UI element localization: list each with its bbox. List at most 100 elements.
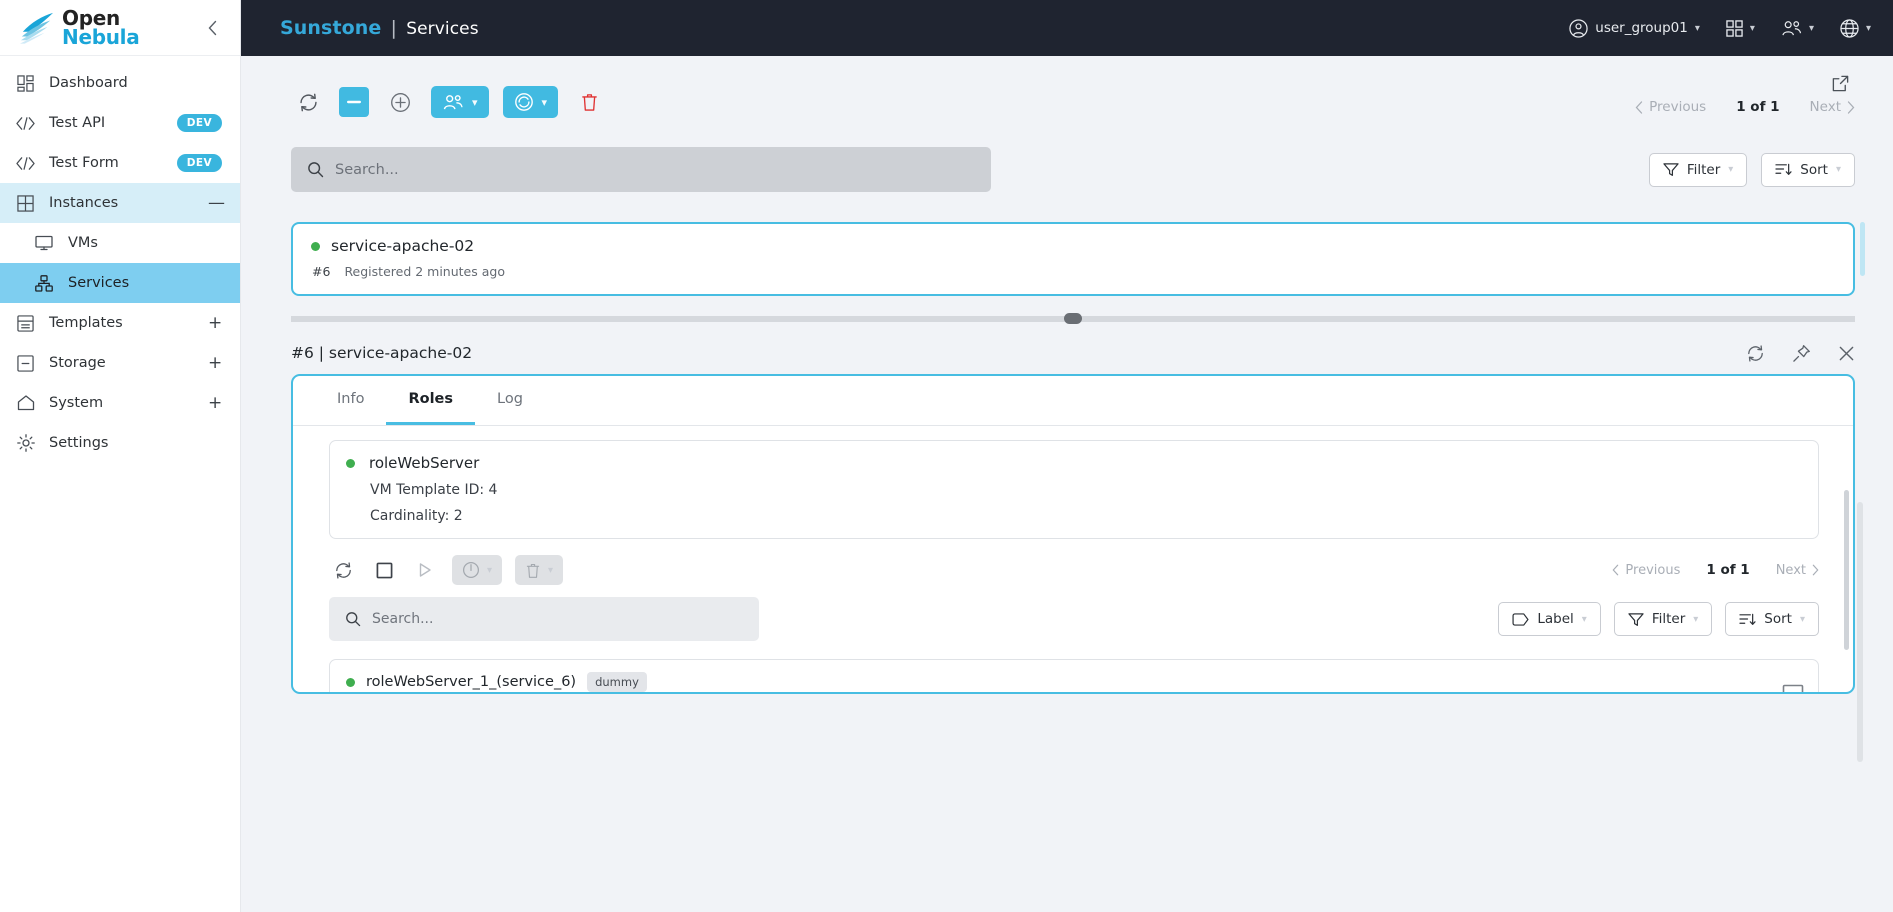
vm-list-scrollbar[interactable] bbox=[1844, 490, 1849, 650]
chevron-down-icon: ▾ bbox=[541, 96, 548, 109]
collapse-instances-icon[interactable]: — bbox=[208, 194, 225, 212]
vm-search-row: Label ▾ Filter ▾ bbox=[329, 597, 1835, 641]
vm-console-icon[interactable] bbox=[1770, 684, 1804, 692]
tab-info[interactable]: Info bbox=[315, 376, 386, 425]
expand-storage-icon[interactable]: + bbox=[208, 354, 222, 372]
external-link-icon[interactable] bbox=[1831, 74, 1850, 93]
tag-icon bbox=[1512, 612, 1529, 626]
ownership-button[interactable]: ▾ bbox=[431, 86, 489, 118]
page-indicator: 1 of 1 bbox=[1706, 562, 1750, 578]
close-detail-icon[interactable] bbox=[1838, 344, 1855, 363]
vm-search-input[interactable] bbox=[372, 611, 743, 627]
sidebar-item-label: Templates bbox=[49, 315, 123, 331]
sidebar-item-label: Test Form bbox=[49, 155, 119, 171]
sidebar-item-vms[interactable]: VMs bbox=[0, 223, 240, 263]
role-cardinality: Cardinality: 2 bbox=[370, 508, 463, 524]
expand-system-icon[interactable]: + bbox=[208, 394, 222, 412]
previous-page-button[interactable]: Previous bbox=[1635, 99, 1706, 115]
search-input[interactable] bbox=[335, 161, 975, 178]
refresh-detail-icon[interactable] bbox=[1746, 344, 1765, 363]
delete-button[interactable] bbox=[572, 85, 606, 119]
dev-badge: DEV bbox=[176, 114, 222, 132]
sidebar-item-label: System bbox=[49, 395, 104, 411]
chevron-down-icon: ▾ bbox=[472, 96, 478, 109]
filter-button[interactable]: Filter ▾ bbox=[1648, 152, 1748, 187]
templates-icon bbox=[15, 313, 36, 334]
detail-panel-scrollbar[interactable] bbox=[1857, 502, 1863, 762]
resizer-handle[interactable] bbox=[1064, 313, 1082, 324]
chevron-down-icon: ▾ bbox=[1835, 164, 1841, 175]
sidebar-item-system[interactable]: System + bbox=[0, 383, 240, 423]
service-card[interactable]: service-apache-02 #6 Registered 2 minute… bbox=[291, 222, 1855, 296]
sidebar-item-dashboard[interactable]: Dashboard bbox=[0, 63, 240, 103]
tab-log[interactable]: Log bbox=[475, 376, 545, 425]
group-menu[interactable]: ▾ bbox=[1781, 20, 1814, 37]
chevron-down-icon: ▾ bbox=[548, 564, 554, 576]
sidebar-item-services[interactable]: Services bbox=[0, 263, 240, 303]
sidebar-item-test-form[interactable]: Test Form DEV bbox=[0, 143, 240, 183]
service-id: #6 bbox=[312, 264, 331, 279]
filter-button[interactable]: Filter ▾ bbox=[1613, 602, 1713, 636]
services-card-list: service-apache-02 #6 Registered 2 minute… bbox=[291, 222, 1865, 296]
recycle-icon bbox=[514, 92, 534, 112]
main-area: Sunstone | Services user_group01 ▾ ▾ ▾ ▾… bbox=[241, 0, 1893, 912]
sidebar-item-test-api[interactable]: Test API DEV bbox=[0, 103, 240, 143]
opennebula-logo[interactable]: Open Nebula bbox=[18, 8, 140, 46]
tab-label: Log bbox=[497, 391, 523, 407]
panel-resizer[interactable] bbox=[291, 313, 1855, 324]
code-icon bbox=[15, 153, 36, 174]
sidebar-collapse-icon[interactable] bbox=[208, 20, 226, 35]
next-page-label: Next bbox=[1775, 562, 1806, 578]
sort-label: Sort bbox=[1764, 611, 1792, 627]
refresh-button[interactable] bbox=[291, 85, 325, 119]
sidebar-nav: Dashboard Test API DEV Test Form DEV Ins… bbox=[0, 56, 240, 912]
sidebar-item-label: VMs bbox=[68, 235, 98, 251]
vm-search-input-wrap[interactable] bbox=[329, 597, 759, 641]
sort-button[interactable]: Sort ▾ bbox=[1761, 152, 1855, 187]
opennebula-logo-icon bbox=[18, 11, 56, 45]
vm-toolbar: ▾ ▾ bbox=[329, 555, 564, 585]
chevron-down-icon: ▾ bbox=[1749, 22, 1755, 34]
language-menu[interactable]: ▾ bbox=[1840, 18, 1871, 38]
list-scrollbar[interactable] bbox=[1860, 222, 1865, 276]
apps-menu[interactable]: ▾ bbox=[1726, 19, 1755, 37]
user-menu[interactable]: user_group01 ▾ bbox=[1569, 18, 1700, 38]
vm-name: roleWebServer_1_(service_6) bbox=[366, 674, 577, 690]
refresh-vms-button[interactable] bbox=[329, 556, 357, 584]
sidebar-item-instances[interactable]: Instances — bbox=[0, 183, 240, 223]
sidebar-item-settings[interactable]: Settings bbox=[0, 423, 240, 463]
service-card-title-row: service-apache-02 bbox=[311, 237, 1835, 255]
tab-roles[interactable]: Roles bbox=[386, 376, 476, 425]
dev-badge: DEV bbox=[176, 154, 222, 172]
next-page-button[interactable]: Next bbox=[1776, 563, 1819, 578]
storage-icon bbox=[15, 353, 36, 374]
previous-page-button[interactable]: Previous bbox=[1612, 563, 1680, 578]
search-input-wrap[interactable] bbox=[291, 147, 991, 192]
filter-icon bbox=[1663, 162, 1679, 177]
pin-detail-icon[interactable] bbox=[1792, 344, 1811, 363]
chevron-down-icon: ▾ bbox=[1694, 22, 1700, 34]
status-dot bbox=[346, 458, 355, 468]
sort-button[interactable]: Sort ▾ bbox=[1725, 602, 1819, 636]
service-name: service-apache-02 bbox=[331, 237, 475, 255]
select-all-button[interactable] bbox=[370, 556, 398, 584]
lifecycle-button[interactable]: ▾ bbox=[502, 86, 559, 118]
vm-list-item[interactable]: roleWebServer_1_(service_6) dummy #27 St… bbox=[329, 659, 1819, 692]
expand-templates-icon[interactable]: + bbox=[208, 314, 222, 332]
sidebar-item-templates[interactable]: Templates + bbox=[0, 303, 240, 343]
trash-icon bbox=[525, 562, 541, 579]
detail-title: #6 | service-apache-02 bbox=[291, 344, 473, 362]
services-list-pane: ▾ ▾ Previous 1 of 1 Next Search... Filte… bbox=[241, 56, 1893, 296]
minus-button[interactable] bbox=[339, 87, 369, 117]
role-card[interactable]: roleWebServer VM Template ID: 4 Cardinal… bbox=[329, 440, 1819, 539]
topbar: Sunstone | Services user_group01 ▾ ▾ ▾ ▾ bbox=[241, 0, 1893, 56]
previous-page-label: Previous bbox=[1625, 562, 1681, 578]
sidebar-item-storage[interactable]: Storage + bbox=[0, 343, 240, 383]
list-toolbar-row: ▾ ▾ Previous 1 of 1 Next bbox=[291, 74, 1855, 134]
label-button[interactable]: Label ▾ bbox=[1498, 602, 1601, 636]
next-page-button[interactable]: Next bbox=[1810, 99, 1855, 115]
tab-label: Info bbox=[337, 391, 365, 407]
monitor-icon bbox=[33, 233, 54, 254]
add-button[interactable] bbox=[383, 85, 417, 119]
vm-filter-sort-group: Label ▾ Filter ▾ Sort ▾ bbox=[1498, 602, 1819, 636]
